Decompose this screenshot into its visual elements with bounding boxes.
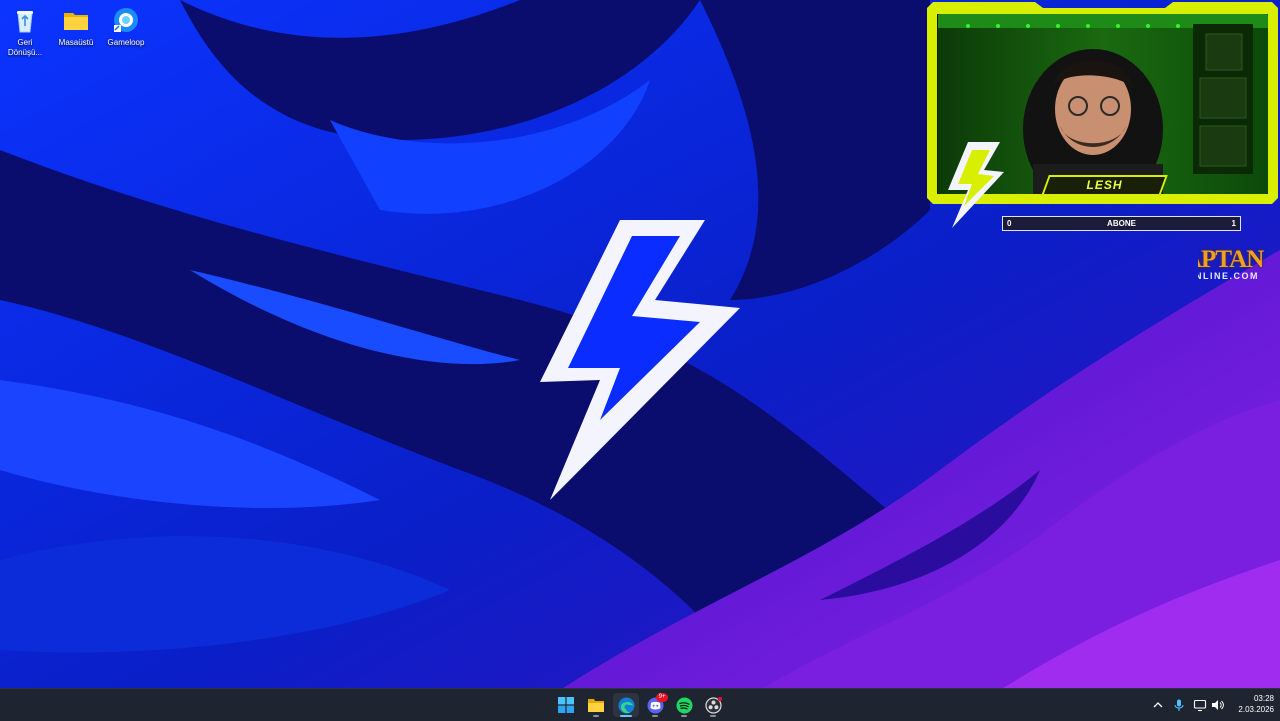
taskbar-discord[interactable]: 9+ — [642, 693, 668, 717]
streamer-name: LESH — [1086, 178, 1123, 192]
folder-icon — [64, 13, 88, 30]
obs-icon — [704, 696, 722, 714]
taskbar-edge[interactable] — [613, 693, 639, 717]
sub-goal-target: 1 — [1231, 219, 1236, 228]
display-icon[interactable] — [1193, 698, 1207, 712]
sub-goal-label: ABONE — [1107, 219, 1136, 228]
overlay-lightning-icon — [948, 142, 1004, 228]
subscriber-goal-bar: 0 ABONE 1 — [1002, 216, 1241, 231]
system-clock[interactable]: 03:28 2.03.2026 — [1226, 693, 1274, 715]
clock-date: 2.03.2026 — [1238, 705, 1274, 714]
desktop-icon-folder[interactable]: Masaüstü — [51, 4, 101, 48]
windows-start-icon — [558, 697, 574, 713]
desktop-icon-label: Geri Dönüşü... — [7, 38, 43, 57]
clock-time: 03:28 — [1253, 694, 1274, 703]
running-indicator — [681, 715, 687, 717]
spotify-icon — [676, 697, 692, 713]
recycle-bin-icon — [17, 11, 33, 33]
desktop-icon-gameloop[interactable]: Gameloop — [101, 4, 151, 48]
streamer-name-plate: LESH — [1041, 175, 1168, 196]
sponsor-logo: APTAN NLINE.COM — [1198, 244, 1280, 284]
sponsor-line1: APTAN — [1198, 246, 1264, 273]
running-indicator — [620, 715, 632, 717]
gameloop-icon — [114, 8, 138, 32]
desktop-icon-label: Gameloop — [107, 38, 145, 47]
running-indicator — [593, 715, 599, 717]
speaker-icon[interactable] — [1210, 698, 1224, 712]
taskbar-obs[interactable] — [700, 693, 726, 717]
desktop-icon-label: Masaüstü — [58, 38, 94, 47]
folder-icon — [588, 699, 604, 712]
taskbar-file-explorer[interactable] — [583, 693, 609, 717]
edge-icon — [618, 697, 634, 713]
sponsor-line2: NLINE.COM — [1198, 271, 1259, 281]
taskbar: 9+ 03:28 2.03.2026 — [0, 688, 1280, 721]
microphone-icon[interactable] — [1172, 698, 1186, 712]
chevron-up-icon[interactable] — [1151, 698, 1165, 712]
taskbar-start-button[interactable] — [553, 693, 579, 717]
notification-badge: 9+ — [656, 693, 668, 702]
taskbar-spotify[interactable] — [671, 693, 697, 717]
running-indicator — [652, 715, 658, 717]
desktop-icon-recycle-bin[interactable]: Geri Dönüşü... — [0, 4, 50, 58]
running-indicator — [710, 715, 716, 717]
